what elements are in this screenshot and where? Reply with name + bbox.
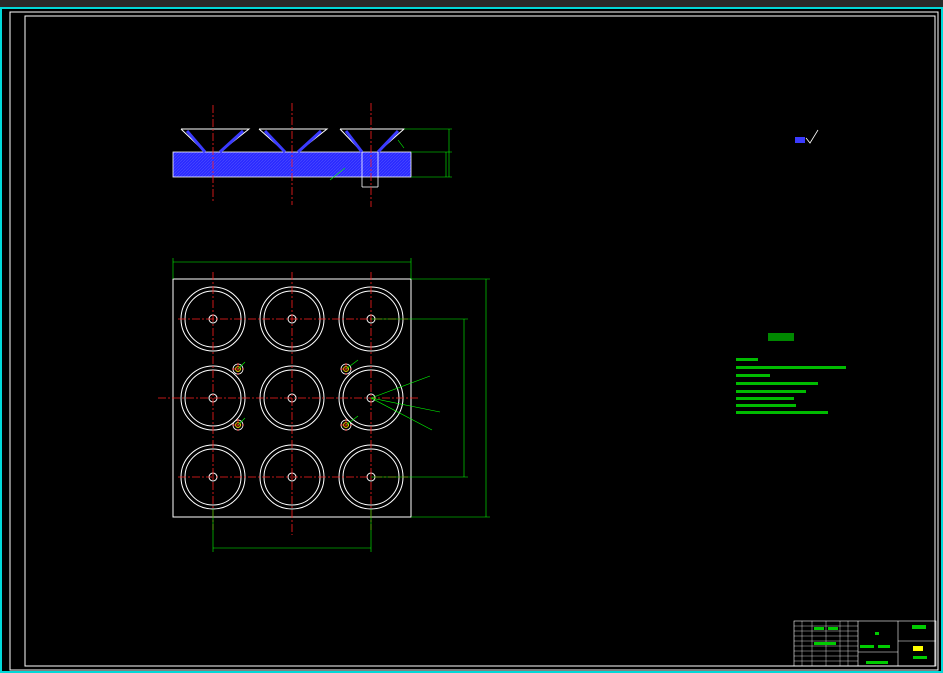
window-top-bar [0, 0, 943, 8]
plan-view [158, 258, 490, 552]
funnel-3 [339, 128, 406, 154]
funnel-2 [258, 128, 329, 154]
roughness-symbol [795, 129, 819, 144]
technical-requirements [736, 333, 846, 414]
cad-drawing-canvas [0, 0, 943, 673]
tech-req-title-mark [768, 333, 794, 341]
drawing-border [9, 11, 939, 671]
plan-centerlines [158, 272, 420, 535]
title-block [793, 620, 937, 667]
section-view [172, 103, 452, 207]
tech-req-lines [736, 358, 846, 414]
funnel-1 [180, 128, 251, 154]
